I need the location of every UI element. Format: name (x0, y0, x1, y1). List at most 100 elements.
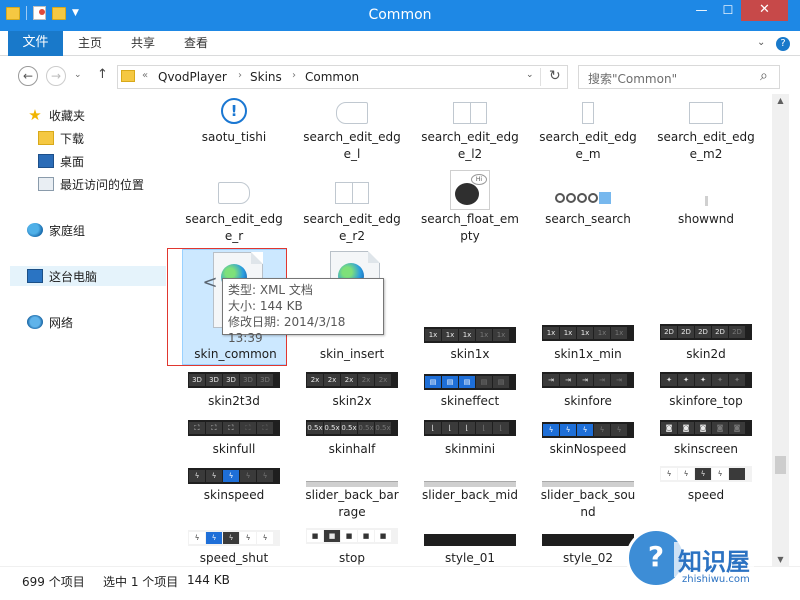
sidebar-item-label: 这台电脑 (49, 269, 98, 284)
skin-button: 1x (594, 327, 610, 339)
sidebar-item-downloads[interactable]: 下载 (38, 129, 84, 147)
up-button[interactable]: ↑ (97, 67, 108, 82)
file-item[interactable]: search_search (529, 170, 647, 246)
tooltip-modified: 修改日期: 2014/3/18 13:39 (228, 315, 346, 345)
stop-button: ■ (324, 530, 340, 542)
file-name-line2: e_l (343, 147, 361, 161)
file-item[interactable]: style_01 (411, 526, 529, 566)
help-icon[interactable]: ? (776, 37, 790, 51)
file-item[interactable]: slider_back_mid (411, 464, 529, 522)
scroll-up-icon[interactable]: ▲ (772, 96, 789, 105)
back-button[interactable]: ← (18, 66, 38, 86)
item-count: 699 个项目 (22, 575, 85, 589)
skin-button: 3D (223, 374, 239, 386)
file-name: speed (687, 488, 725, 502)
file-item[interactable]: ■ ■ ■ ■ ■ stop (293, 526, 411, 566)
search-input[interactable]: 搜索"Common" (588, 70, 677, 87)
breadcrumb-separator[interactable]: › (292, 70, 296, 81)
file-item[interactable]: ◙ ◙ ◙ ◙ ◙ skinscreen (647, 418, 765, 460)
file-item[interactable]: search_edit_edg e_l (293, 94, 411, 161)
search-icon[interactable]: ⌕ (760, 68, 768, 84)
breadcrumb-qvodplayer[interactable]: QvodPlayer (158, 70, 227, 84)
file-item[interactable]: ϟϟϟϟ speed (647, 464, 765, 522)
tab-file[interactable]: 文件 (8, 31, 63, 56)
file-item[interactable]: 2x 2x 2x 2x 2x skin2x (293, 370, 411, 412)
skin-button: 0.5x (375, 422, 391, 434)
sidebar-item-desktop[interactable]: 桌面 (38, 152, 84, 170)
stop-button: ■ (307, 530, 323, 542)
address-dropdown-icon[interactable]: ⌄ (526, 70, 534, 80)
sidebar-item-favorites[interactable]: ★ 收藏夹 (27, 106, 85, 124)
file-name-line2: e_r (224, 229, 244, 243)
skin-button: 1x (577, 327, 593, 339)
breadcrumb-separator[interactable]: › (238, 70, 242, 81)
file-item[interactable]: showwnd (647, 170, 765, 246)
skin-button: 3D (257, 374, 273, 386)
sidebar-item-homegroup[interactable]: 家庭组 (27, 221, 85, 239)
desktop-icon (38, 154, 54, 168)
file-item[interactable]: search_edit_edg e_m (529, 94, 647, 161)
forward-button[interactable]: → (46, 66, 66, 86)
maximize-button[interactable]: ☐ (715, 0, 741, 21)
file-item[interactable]: slider_back_bar rage (293, 464, 411, 522)
file-item[interactable]: search_edit_edg e_m2 (647, 94, 765, 161)
file-name: skinNospeed (549, 442, 627, 456)
file-item[interactable]: search_edit_edg e_r2 (293, 170, 411, 246)
tab-share[interactable]: 共享 (131, 31, 155, 56)
skin-button: 1x (493, 329, 509, 341)
file-item[interactable]: search_edit_edg e_l2 (411, 94, 529, 161)
file-item[interactable]: ϟϟϟϟϟ speed_shut (175, 526, 293, 566)
sidebar-item-this-pc[interactable]: 这台电脑 (10, 266, 166, 286)
effect-button: ▤ (442, 376, 458, 388)
tab-view[interactable]: 查看 (184, 31, 208, 56)
magnifier-icon (555, 193, 565, 203)
vertical-scrollbar[interactable]: ▲ ▼ (772, 94, 789, 566)
minimize-button[interactable]: — (688, 0, 715, 21)
file-name: slider_back_mid (421, 488, 518, 502)
file-item[interactable]: ⇥ ⇥ ⇥ ⇥ ⇥ skinfore (529, 370, 647, 412)
camera-button: ◙ (678, 422, 694, 434)
file-item[interactable]: 3D 3D 3D 3D 3D skin2t3d (175, 370, 293, 412)
sidebar-item-recent-places[interactable]: 最近访问的位置 (38, 175, 144, 193)
tab-home[interactable]: 主页 (78, 31, 102, 56)
fullscreen-button: ⛶ (189, 422, 205, 434)
scrollbar-thumb[interactable] (775, 456, 786, 474)
skin-button: 1x (425, 329, 441, 341)
refresh-icon[interactable]: ↻ (549, 68, 561, 84)
file-item[interactable]: search_edit_edg e_r (175, 170, 293, 246)
file-name: skin2t3d (208, 394, 260, 408)
file-item[interactable]: ϟϟϟϟϟ skinNospeed (529, 418, 647, 460)
file-item[interactable]: Hi search_float_em pty (411, 170, 529, 246)
skin-button: 0.5x (307, 422, 323, 434)
search-box[interactable]: 搜索"Common" ⌕ (578, 65, 780, 89)
mini-button: ⌊ (493, 422, 509, 434)
file-item[interactable]: ! saotu_tishi (175, 94, 293, 160)
breadcrumb-skins[interactable]: Skins (250, 70, 282, 84)
recent-locations-icon[interactable]: ⌄ (74, 70, 82, 80)
skin-button: 2D (712, 326, 728, 338)
file-item[interactable]: 1x 1x 1x 1x 1x skin1x_min (529, 249, 647, 365)
pin-button: ⇥ (594, 374, 610, 386)
file-item[interactable]: ▤ ▤ ▤ ▤ ▤ skineffect (411, 370, 529, 412)
file-name: search_float_em (421, 212, 519, 226)
file-name: search_edit_edg (303, 130, 401, 144)
star-icon: ★ (28, 106, 42, 124)
file-item[interactable]: ϟϟϟϟϟ skinspeed (175, 464, 293, 522)
address-bar[interactable]: « QvodPlayer › Skins › Common ⌄ ↻ (117, 65, 568, 89)
expand-ribbon-icon[interactable]: ⌄ (757, 37, 765, 48)
speed-shut-thumbnail: ϟϟϟϟϟ (188, 530, 280, 546)
file-item[interactable]: ⛶ ⛶ ⛶ ⛶ ⛶ skinfull (175, 418, 293, 460)
breadcrumb-overflow-icon[interactable]: « (142, 70, 148, 81)
file-name: skinfore (564, 394, 612, 408)
file-item[interactable]: 1x 1x 1x 1x 1x skin1x (411, 249, 529, 365)
close-button[interactable]: ✕ (741, 0, 788, 21)
skin-button: 1x (543, 327, 559, 339)
file-item[interactable]: slider_back_sou nd (529, 464, 647, 522)
breadcrumb-common[interactable]: Common (305, 70, 359, 84)
file-item[interactable]: 2D 2D 2D 2D 2D skin2d (647, 249, 765, 365)
file-item[interactable]: ⌊ ⌊ ⌊ ⌊ ⌊ skinmini (411, 418, 529, 460)
sidebar-item-network[interactable]: 网络 (27, 313, 73, 331)
file-item[interactable]: 0.5x 0.5x 0.5x 0.5x 0.5x skinhalf (293, 418, 411, 460)
file-item[interactable]: ✦ ✦ ✦ ✦ ✦ skinfore_top (647, 370, 765, 412)
file-name: skin_common (194, 347, 277, 361)
